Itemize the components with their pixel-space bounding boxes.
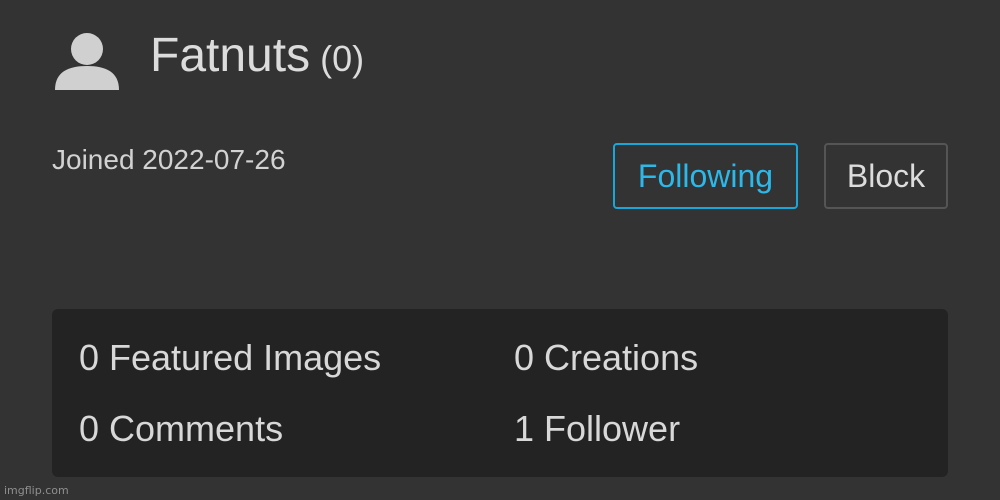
user-points: (0) — [320, 38, 365, 79]
user-profile-page: Fatnuts (0) Joined 2022-07-26 Following B… — [0, 0, 1000, 500]
featured-images-count[interactable]: 0 Featured Images — [79, 338, 381, 378]
following-button[interactable]: Following — [613, 143, 798, 209]
block-button[interactable]: Block — [824, 143, 948, 209]
user-stats-panel: 0 Featured Images 0 Creations 0 Comments… — [52, 309, 948, 477]
followers-count[interactable]: 1 Follower — [514, 409, 680, 449]
profile-title: Fatnuts (0) — [150, 28, 364, 84]
creations-count[interactable]: 0 Creations — [514, 338, 698, 378]
comments-count[interactable]: 0 Comments — [79, 409, 283, 449]
joined-date: Joined 2022-07-26 — [52, 144, 286, 175]
imgflip-watermark: imgflip.com — [4, 484, 69, 497]
user-avatar-icon — [52, 30, 122, 92]
username: Fatnuts — [150, 29, 311, 82]
